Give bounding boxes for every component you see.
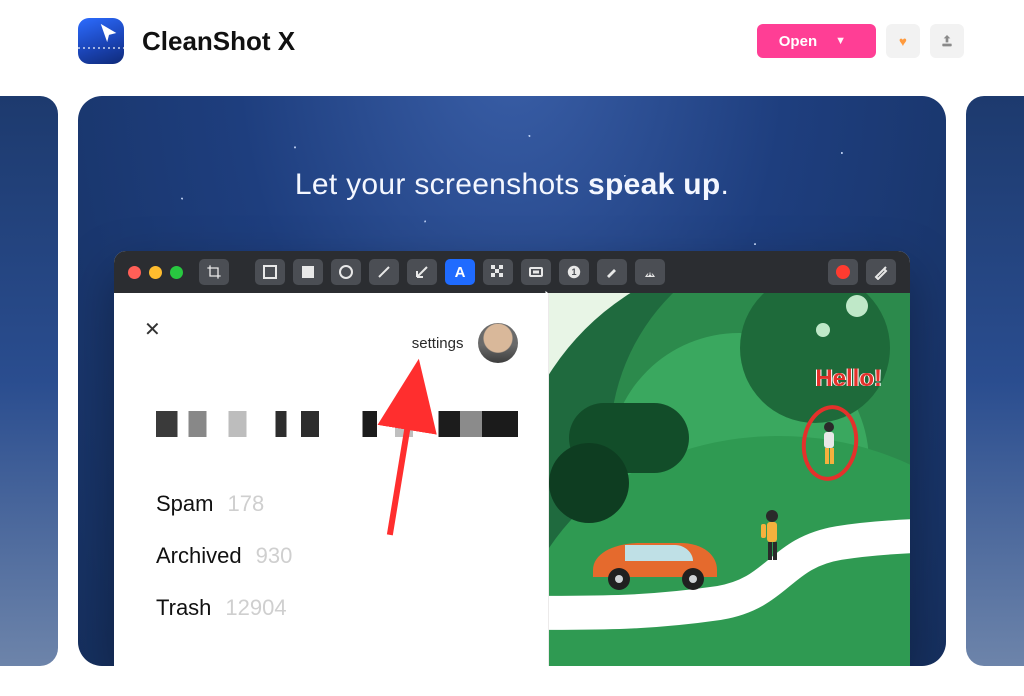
list-item[interactable]: Spam 178 <box>156 491 518 517</box>
promo-tagline: Let your screenshots speak up. <box>78 168 946 202</box>
text-annotation: Hello! <box>815 365 882 393</box>
tool-pixelate[interactable] <box>483 259 513 285</box>
record-icon <box>836 265 850 279</box>
list-item-count: 930 <box>256 543 293 569</box>
spotlight-icon <box>528 264 544 280</box>
svg-text:A: A <box>647 269 653 278</box>
list-item-name: Archived <box>156 543 242 569</box>
list-item-name: Spam <box>156 491 213 517</box>
tool-rect-fill[interactable] <box>293 259 323 285</box>
app-identity: CleanShot X <box>78 18 295 64</box>
folder-list: Spam 178 Archived 930 Trash 12904 <box>156 491 518 621</box>
tool-ellipse[interactable] <box>331 259 361 285</box>
tool-rect-outline[interactable] <box>255 259 285 285</box>
tool-spotlight[interactable] <box>521 259 551 285</box>
counter-icon: 1 <box>566 264 582 280</box>
tagline-strong: speak up <box>588 168 720 201</box>
pane-left: ✕ settings <box>114 293 549 666</box>
tool-text[interactable]: A <box>445 259 475 285</box>
app-title: CleanShot X <box>142 26 295 57</box>
pixelated-redaction <box>156 411 518 437</box>
settings-label: settings <box>412 335 464 352</box>
carousel-prev-peek[interactable] <box>0 96 58 666</box>
tool-arrow[interactable] <box>407 259 437 285</box>
text-icon: A <box>455 264 466 281</box>
share-icon <box>939 33 955 49</box>
share-button[interactable] <box>930 24 964 58</box>
crop-icon <box>206 264 222 280</box>
list-item[interactable]: Archived 930 <box>156 543 518 569</box>
favorite-button[interactable]: ♥ <box>886 24 920 58</box>
caret-down-icon: ▼ <box>835 35 846 47</box>
highlighter-icon <box>604 264 620 280</box>
tool-highlighter[interactable] <box>597 259 627 285</box>
car-icon <box>585 525 725 595</box>
rect-fill-icon <box>300 264 316 280</box>
carousel-card-main: Let your screenshots speak up. <box>78 96 946 666</box>
page-header: CleanShot X Open ▼ ♥ <box>0 0 1024 96</box>
pixelate-icon <box>490 264 506 280</box>
tagline-suffix: . <box>720 168 729 201</box>
pen-icon <box>873 264 889 280</box>
carousel-next-peek[interactable] <box>966 96 1024 666</box>
heart-icon: ♥ <box>899 34 907 49</box>
tool-emoji[interactable]: A <box>635 259 665 285</box>
header-actions: Open ▼ ♥ <box>757 24 964 58</box>
open-button[interactable]: Open ▼ <box>757 24 876 58</box>
app-icon <box>78 18 124 64</box>
minimize-window-icon[interactable] <box>149 266 162 279</box>
settings-row: settings <box>156 323 518 363</box>
zoom-window-icon[interactable] <box>170 266 183 279</box>
tool-line[interactable] <box>369 259 399 285</box>
line-icon <box>376 264 392 280</box>
avatar[interactable] <box>478 323 518 363</box>
pane-left-close[interactable]: ✕ <box>144 317 161 342</box>
cursor-arrow-icon <box>98 22 120 44</box>
editor-titlebar: A 1 A <box>114 251 910 293</box>
tool-pen[interactable] <box>866 259 896 285</box>
open-button-label: Open <box>779 33 817 50</box>
tagline-prefix: Let your screenshots <box>295 168 588 201</box>
editor-window: A 1 A <box>114 251 910 666</box>
rect-outline-icon <box>262 264 278 280</box>
close-window-icon[interactable] <box>128 266 141 279</box>
arrow-icon <box>414 264 430 280</box>
illustration: Hello! <box>549 293 911 666</box>
list-item[interactable]: Trash 12904 <box>156 595 518 621</box>
svg-text:1: 1 <box>571 267 576 277</box>
tool-counter[interactable]: 1 <box>559 259 589 285</box>
list-item-count: 178 <box>227 491 264 517</box>
tool-crop[interactable] <box>199 259 229 285</box>
editor-panes: ✕ settings <box>114 293 910 666</box>
window-controls <box>128 266 183 279</box>
tool-record[interactable] <box>828 259 858 285</box>
ellipse-icon <box>338 264 354 280</box>
person-icon <box>759 509 785 563</box>
promo-carousel: Let your screenshots speak up. <box>0 96 1024 666</box>
emoji-icon: A <box>641 264 659 280</box>
list-item-count: 12904 <box>225 595 286 621</box>
pane-right: ✕ <box>549 293 911 666</box>
list-item-name: Trash <box>156 595 211 621</box>
